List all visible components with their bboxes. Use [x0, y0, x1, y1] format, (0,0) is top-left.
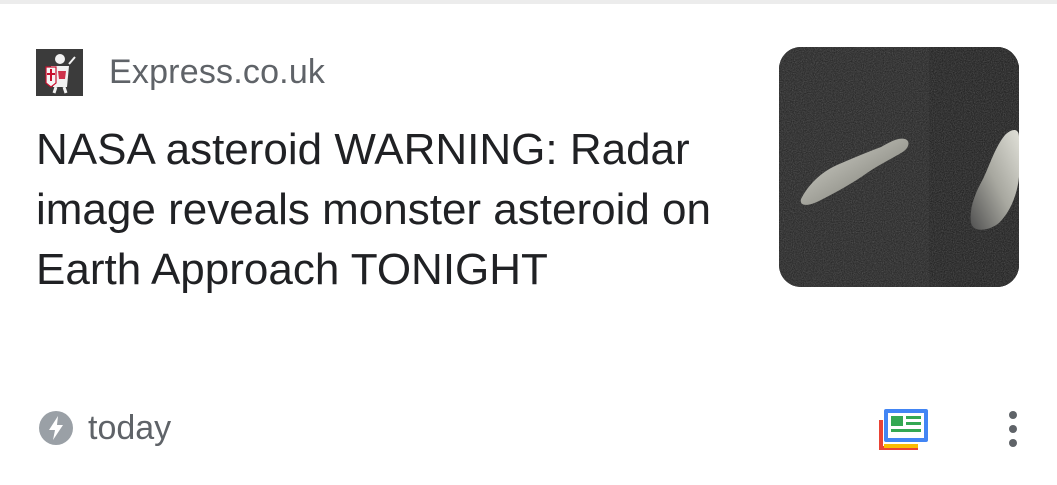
lightning-bolt-icon	[39, 411, 73, 445]
source-row: Express.co.uk	[36, 48, 325, 96]
more-dot	[1009, 439, 1017, 447]
source-name: Express.co.uk	[109, 53, 326, 91]
publish-time: today	[88, 409, 172, 447]
headline[interactable]: NASA asteroid WARNING: Radar image revea…	[36, 120, 736, 300]
more-vert-icon[interactable]	[998, 408, 1028, 450]
more-dot	[1009, 425, 1017, 433]
crusader-knight-logo	[36, 48, 83, 96]
asteroid-thumbnail[interactable]	[779, 47, 1019, 287]
news-card[interactable]: Express.co.uk NASA asteroid WARNING: Rad…	[0, 0, 1057, 485]
google-news-icon[interactable]	[878, 406, 930, 450]
meta-row: today	[38, 407, 171, 449]
more-dot	[1009, 411, 1017, 419]
